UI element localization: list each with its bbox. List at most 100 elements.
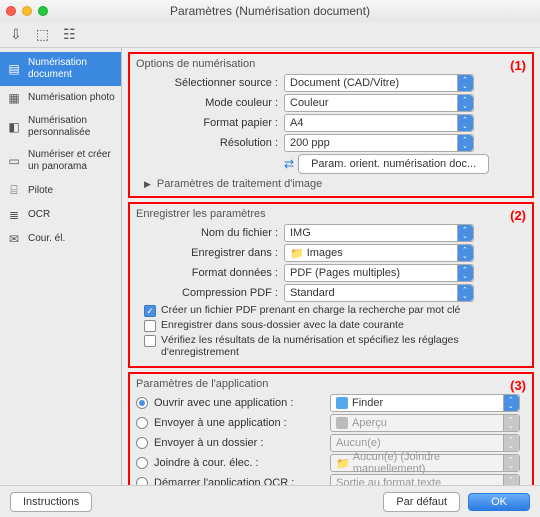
subfolder-date-checkbox[interactable]: [144, 320, 156, 332]
source-select[interactable]: Document (CAD/Vitre): [284, 74, 474, 92]
radio-label: Envoyer à un dossier :: [154, 437, 324, 449]
chevron-updown-icon: [503, 435, 519, 451]
searchable-pdf-checkbox[interactable]: ✓: [144, 305, 156, 317]
chevron-updown-icon: [457, 285, 473, 301]
resolution-label: Résolution :: [136, 137, 284, 149]
chevron-updown-icon: [503, 395, 519, 411]
chevron-updown-icon: [457, 135, 473, 151]
sidebar-item-label: Numérisation personnalisée: [28, 115, 115, 139]
sidebar-item-email[interactable]: ✉ Cour. él.: [0, 227, 121, 251]
toolbar: ⇩ ⬚ ☷: [0, 22, 540, 48]
section-title: Paramètres de l'application: [136, 378, 526, 390]
radio-label: Démarrer l'application OCR :: [154, 477, 324, 485]
photo-icon: ▦: [6, 91, 22, 105]
finder-icon: [336, 397, 348, 409]
document-icon: ▤: [6, 62, 22, 76]
sidebar-item-photo-scan[interactable]: ▦ Numérisation photo: [0, 86, 121, 110]
savein-select[interactable]: 📁 Images: [284, 244, 474, 262]
driver-icon: ⌸: [6, 183, 22, 197]
chevron-updown-icon: [457, 245, 473, 261]
filename-label: Nom du fichier :: [136, 227, 284, 239]
section-marker-1: (1): [510, 58, 526, 73]
attach-email-select[interactable]: 📁 Aucun(e) (Joindre manuellement): [330, 454, 520, 472]
chevron-updown-icon: [503, 455, 519, 471]
format-label: Format données :: [136, 267, 284, 279]
chevron-updown-icon: [457, 265, 473, 281]
sidebar-item-label: Numérisation document: [28, 57, 115, 81]
chevron-updown-icon: [457, 95, 473, 111]
save-settings-section: (2) Enregistrer les paramètres Nom du fi…: [128, 202, 534, 368]
sidebar-item-label: Cour. él.: [28, 233, 65, 245]
savein-label: Enregistrer dans :: [136, 247, 284, 259]
panorama-icon: ▭: [6, 154, 22, 168]
settings-icon[interactable]: ☷: [63, 26, 76, 43]
custom-icon: ◧: [6, 120, 22, 134]
defaults-button[interactable]: Par défaut: [383, 492, 460, 512]
source-label: Sélectionner source :: [136, 77, 284, 89]
resolution-select[interactable]: 200 ppp: [284, 134, 474, 152]
verify-results-checkbox[interactable]: [144, 335, 156, 347]
attach-email-radio[interactable]: [136, 457, 148, 469]
radio-label: Ouvrir avec une application :: [154, 397, 324, 409]
checkbox-label: Vérifiez les résultats de la numérisatio…: [161, 334, 526, 358]
ok-button[interactable]: OK: [468, 493, 530, 511]
send-to-app-select[interactable]: Aperçu: [330, 414, 520, 432]
chevron-updown-icon: [457, 225, 473, 241]
paper-size-select[interactable]: A4: [284, 114, 474, 132]
sidebar-item-driver[interactable]: ⌸ Pilote: [0, 178, 121, 202]
sidebar-item-label: Pilote: [28, 185, 53, 197]
color-mode-select[interactable]: Couleur: [284, 94, 474, 112]
start-ocr-radio[interactable]: [136, 477, 148, 485]
filename-combo[interactable]: IMG: [284, 224, 474, 242]
compression-label: Compression PDF :: [136, 287, 284, 299]
scan-options-section: (1) Options de numérisation Sélectionner…: [128, 52, 534, 198]
instructions-button[interactable]: Instructions: [10, 492, 92, 512]
scan-to-pc-icon[interactable]: ⇩: [10, 26, 22, 43]
section-marker-3: (3): [510, 378, 526, 393]
footer: Instructions Par défaut OK: [0, 485, 540, 517]
format-select[interactable]: PDF (Pages multiples): [284, 264, 474, 282]
folder-icon: 📁: [290, 247, 304, 260]
section-marker-2: (2): [510, 208, 526, 223]
section-title: Enregistrer les paramètres: [136, 208, 526, 220]
sidebar-item-panorama[interactable]: ▭ Numériser et créer un panorama: [0, 144, 121, 178]
radio-label: Envoyer à une application :: [154, 417, 324, 429]
settings-window: Paramètres (Numérisation document) ⇩ ⬚ ☷…: [0, 0, 540, 517]
color-mode-label: Mode couleur :: [136, 97, 284, 109]
sidebar-item-label: OCR: [28, 209, 50, 221]
section-title: Options de numérisation: [136, 58, 526, 70]
triangle-right-icon: ▶: [144, 179, 151, 190]
sidebar: ▤ Numérisation document ▦ Numérisation p…: [0, 48, 122, 485]
mail-icon: ✉: [6, 232, 22, 246]
compression-select[interactable]: Standard: [284, 284, 474, 302]
image-processing-disclosure[interactable]: ▶ Paramètres de traitement d'image: [144, 178, 526, 190]
chevron-updown-icon: [457, 75, 473, 91]
sidebar-item-custom-scan[interactable]: ◧ Numérisation personnalisée: [0, 110, 121, 144]
checkbox-label: Enregistrer dans sous-dossier avec la da…: [161, 319, 404, 331]
titlebar: Paramètres (Numérisation document): [0, 0, 540, 22]
send-to-app-radio[interactable]: [136, 417, 148, 429]
scan-from-device-icon[interactable]: ⬚: [36, 26, 49, 43]
window-title: Paramètres (Numérisation document): [0, 4, 540, 18]
content-area: (1) Options de numérisation Sélectionner…: [122, 48, 540, 485]
sidebar-item-label: Numériser et créer un panorama: [28, 149, 115, 173]
sidebar-item-doc-scan[interactable]: ▤ Numérisation document: [0, 52, 121, 86]
swap-icon: ⇄: [284, 157, 294, 171]
send-to-folder-select[interactable]: Aucun(e): [330, 434, 520, 452]
ocr-icon: ≣: [6, 208, 22, 222]
chevron-updown-icon: [503, 475, 519, 485]
chevron-updown-icon: [457, 115, 473, 131]
chevron-updown-icon: [503, 415, 519, 431]
open-with-app-radio[interactable]: [136, 397, 148, 409]
open-with-select[interactable]: Finder: [330, 394, 520, 412]
send-to-folder-radio[interactable]: [136, 437, 148, 449]
app-settings-section: (3) Paramètres de l'application Ouvrir a…: [128, 372, 534, 485]
orientation-settings-button[interactable]: Param. orient. numérisation doc...: [298, 154, 489, 174]
folder-icon: 📁: [336, 457, 350, 470]
start-ocr-select[interactable]: Sortie au format texte: [330, 474, 520, 485]
radio-label: Joindre à cour. élec. :: [154, 457, 324, 469]
sidebar-item-ocr[interactable]: ≣ OCR: [0, 203, 121, 227]
sidebar-item-label: Numérisation photo: [28, 92, 115, 104]
preview-icon: [336, 417, 348, 429]
paper-size-label: Format papier :: [136, 117, 284, 129]
